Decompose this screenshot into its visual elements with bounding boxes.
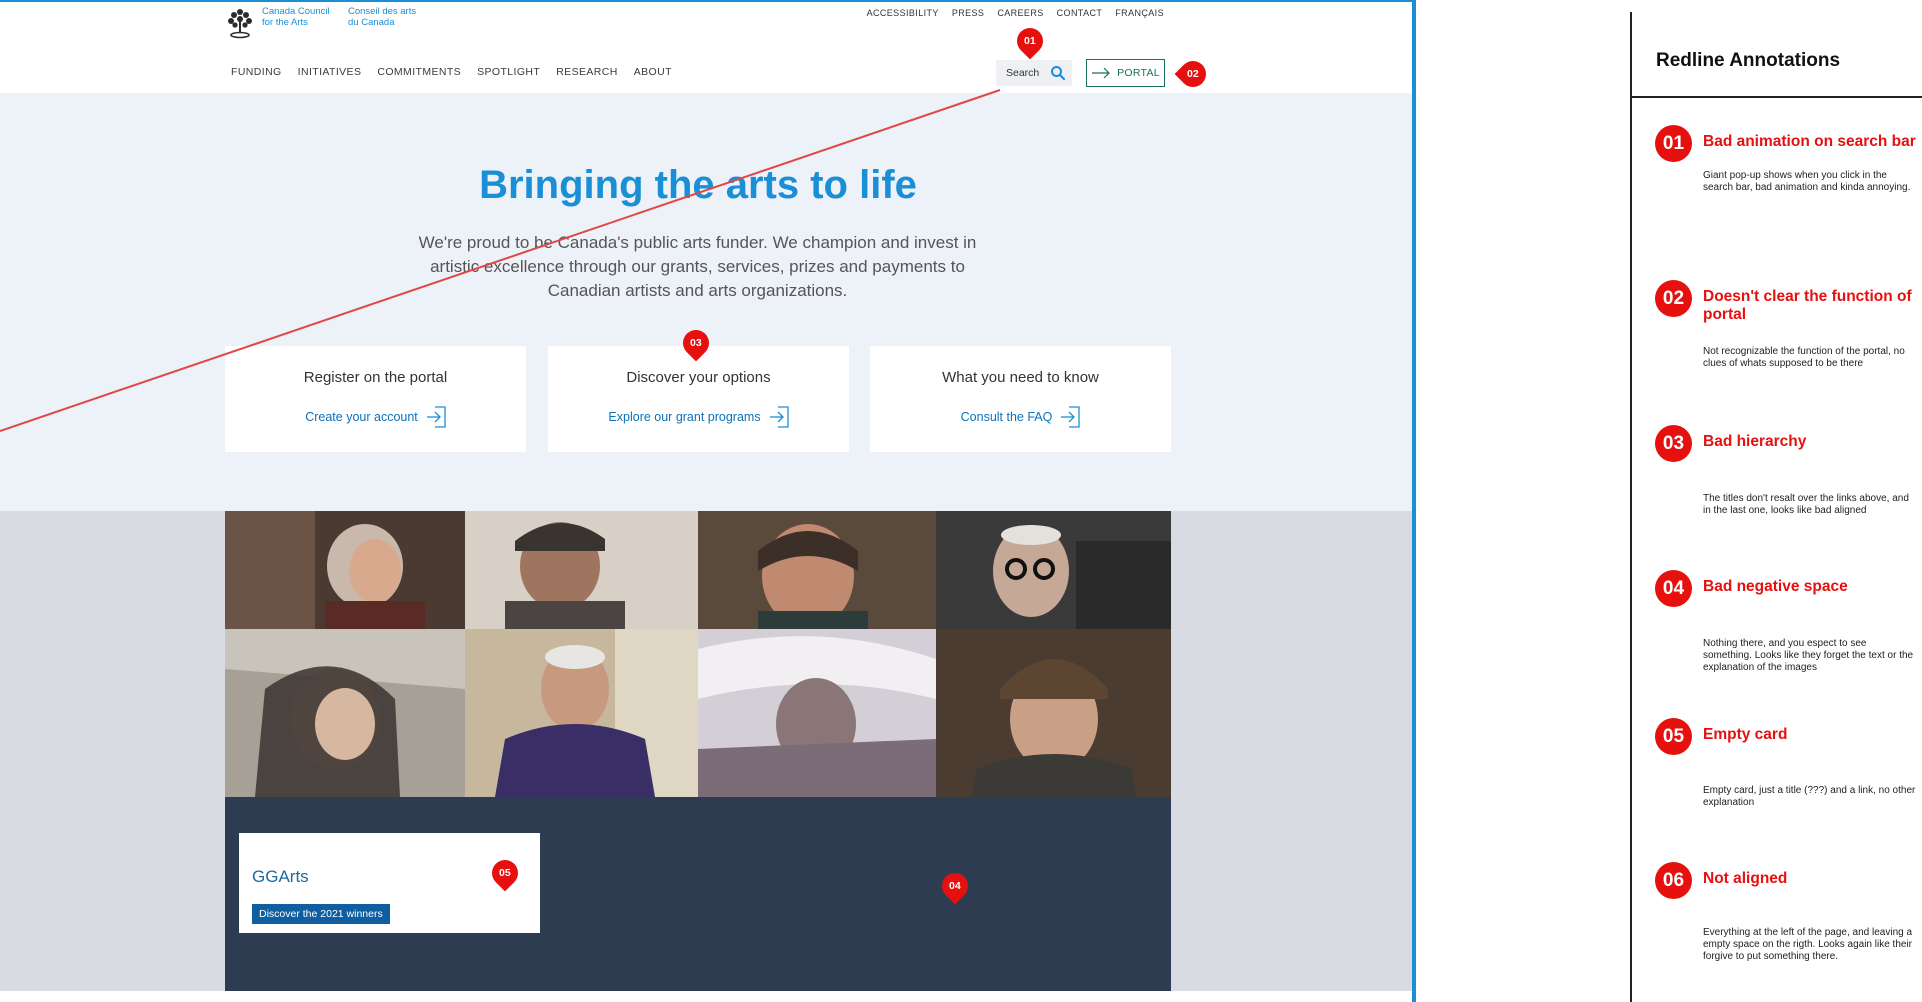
nav-item-spotlight[interactable]: SPOTLIGHT xyxy=(477,66,540,78)
annotation-body: Not recognizable the function of the por… xyxy=(1703,346,1905,369)
search-icon[interactable] xyxy=(1050,65,1066,81)
portrait-photo xyxy=(936,511,1171,629)
nav-item-about[interactable]: ABOUT xyxy=(634,66,672,78)
annotation-heading: Empty card xyxy=(1703,726,1788,743)
annotation-number: 06 xyxy=(1655,862,1692,899)
annotation-body: Giant pop-up shows when you click in the… xyxy=(1703,170,1911,193)
card-link-explore-grants[interactable]: Explore our grant programs xyxy=(548,406,849,428)
logo-text-fr: Conseil des arts du Canada xyxy=(348,6,417,28)
utility-nav: ACCESSIBILITY PRESS CAREERS CONTACT FRAN… xyxy=(867,8,1164,18)
portal-label: PORTAL xyxy=(1117,67,1160,79)
portrait-gallery-section: GGArts Discover the 2021 winners xyxy=(0,511,1412,991)
annotation-number: 05 xyxy=(1655,718,1692,755)
frame-border-right xyxy=(1412,0,1416,1002)
ggarts-title: GGArts xyxy=(252,867,309,886)
card-faq: What you need to know Consult the FAQ xyxy=(870,346,1171,452)
annotation-heading: Doesn't clear the function of portal xyxy=(1703,288,1912,323)
search-bar[interactable]: Search xyxy=(996,60,1072,86)
annotations-divider xyxy=(1630,12,1632,1002)
portrait-grid xyxy=(225,511,1171,797)
annotation-number: 02 xyxy=(1655,280,1692,317)
util-link-francais[interactable]: FRANÇAIS xyxy=(1115,8,1164,18)
logo-tree-icon xyxy=(228,9,252,39)
nav-item-initiatives[interactable]: INITIATIVES xyxy=(298,66,362,78)
search-label: Search xyxy=(1006,67,1040,79)
annotation-heading: Bad negative space xyxy=(1703,578,1848,595)
logo-text-en: Canada Council for the Arts xyxy=(262,6,330,28)
portrait-photo xyxy=(465,629,698,797)
card-register: Register on the portal Create your accou… xyxy=(225,346,526,452)
util-link-press[interactable]: PRESS xyxy=(952,8,985,18)
nav-item-research[interactable]: RESEARCH xyxy=(556,66,618,78)
util-link-careers[interactable]: CAREERS xyxy=(997,8,1043,18)
enter-arrow-icon xyxy=(769,406,789,428)
card-link-label: Consult the FAQ xyxy=(960,410,1053,424)
frame-border-top xyxy=(0,0,1416,2)
annotations-title: Redline Annotations xyxy=(1656,50,1841,71)
annotation-number: 01 xyxy=(1655,125,1692,162)
card-discover: Discover your options Explore our grant … xyxy=(548,346,849,452)
card-link-create-account[interactable]: Create your account xyxy=(225,406,526,428)
annotation-heading: Bad hierarchy xyxy=(1703,433,1807,450)
ggarts-card: GGArts Discover the 2021 winners xyxy=(239,833,540,933)
card-title: Discover your options xyxy=(626,369,771,386)
card-link-label: Explore our grant programs xyxy=(608,410,761,424)
annotation-number: 03 xyxy=(1655,425,1692,462)
portrait-photo xyxy=(936,629,1171,797)
annotation-body: Everything at the left of the page, and … xyxy=(1703,927,1913,962)
annotations-header-rule xyxy=(1632,96,1922,98)
portrait-photo xyxy=(465,511,698,629)
annotation-number: 04 xyxy=(1655,570,1692,607)
card-link-label: Create your account xyxy=(305,410,418,424)
card-link-faq[interactable]: Consult the FAQ xyxy=(870,406,1171,428)
enter-arrow-icon xyxy=(426,406,446,428)
nav-item-commitments[interactable]: COMMITMENTS xyxy=(377,66,461,78)
portal-button[interactable]: PORTAL xyxy=(1086,59,1165,87)
annotation-body: Empty card, just a title (???) and a lin… xyxy=(1703,785,1916,808)
util-link-contact[interactable]: CONTACT xyxy=(1057,8,1103,18)
annotation-body: Nothing there, and you espect to see som… xyxy=(1703,638,1914,673)
util-link-accessibility[interactable]: ACCESSIBILITY xyxy=(867,8,939,18)
enter-arrow-icon xyxy=(1061,406,1081,428)
hero-section: Bringing the arts to life We're proud to… xyxy=(0,93,1412,511)
website-screenshot: Canada Council for the Arts Conseil des … xyxy=(0,0,1412,1002)
portrait-photo xyxy=(698,629,936,797)
portrait-photo xyxy=(698,511,936,629)
portrait-photo xyxy=(225,511,465,629)
hero-title: Bringing the arts to life xyxy=(479,163,917,207)
annotation-heading: Bad animation on search bar xyxy=(1703,133,1916,150)
discover-winners-button[interactable]: Discover the 2021 winners xyxy=(252,904,390,924)
arrow-right-icon xyxy=(1092,67,1110,79)
nav-item-funding[interactable]: FUNDING xyxy=(231,66,282,78)
site-logo[interactable]: Canada Council for the Arts Conseil des … xyxy=(224,6,428,40)
annotation-heading: Not aligned xyxy=(1703,870,1788,887)
annotation-body: The titles don't resalt over the links a… xyxy=(1703,493,1909,516)
main-nav: FUNDING INITIATIVES COMMITMENTS SPOTLIGH… xyxy=(231,66,672,78)
hero-description: We're proud to be Canada's public arts f… xyxy=(418,233,977,300)
card-title: What you need to know xyxy=(942,369,1099,386)
portrait-photo xyxy=(225,629,465,797)
card-title: Register on the portal xyxy=(303,369,448,386)
